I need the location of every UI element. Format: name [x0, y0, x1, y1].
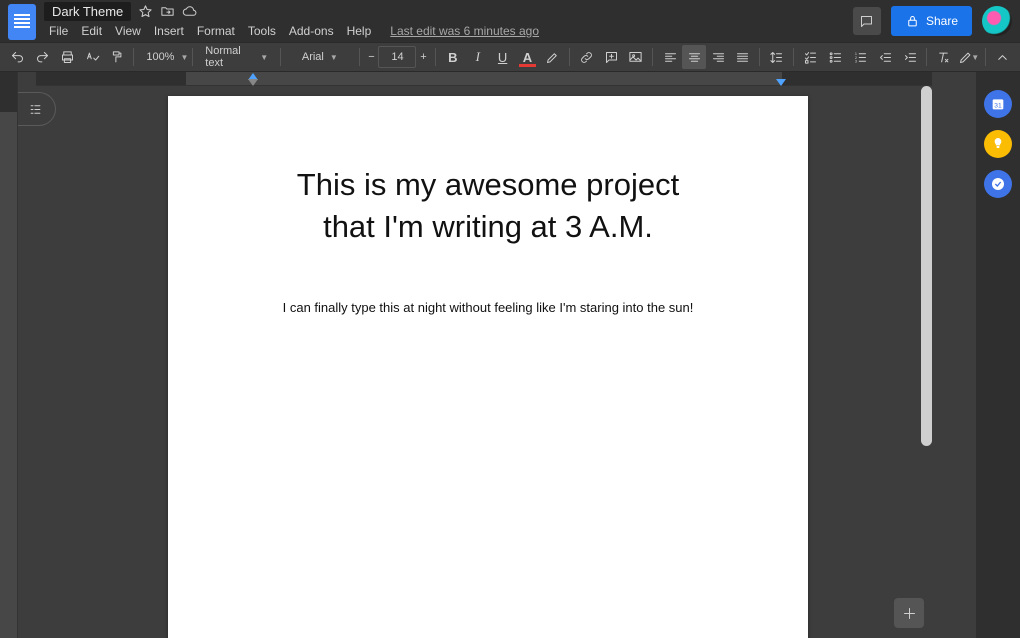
- print-button[interactable]: [56, 45, 79, 69]
- keep-icon[interactable]: [984, 130, 1012, 158]
- separator: [652, 48, 653, 66]
- horizontal-ruler[interactable]: [36, 72, 932, 86]
- indent-marker-left-bottom-icon[interactable]: [248, 79, 258, 86]
- workspace: This is my awesome project that I'm writ…: [0, 72, 1020, 638]
- tasks-icon[interactable]: [984, 170, 1012, 198]
- show-outline-button[interactable]: [18, 92, 56, 126]
- indent-marker-right-icon[interactable]: [776, 79, 786, 86]
- numbered-list-button[interactable]: 123: [849, 45, 872, 69]
- menu-bar: File Edit View Insert Format Tools Add-o…: [44, 21, 544, 41]
- vertical-ruler[interactable]: [0, 72, 18, 638]
- separator: [359, 48, 360, 66]
- menu-format[interactable]: Format: [192, 22, 240, 40]
- align-center-button[interactable]: [682, 45, 706, 69]
- separator: [133, 48, 134, 66]
- separator: [759, 48, 760, 66]
- undo-button[interactable]: [6, 45, 29, 69]
- cloud-done-icon[interactable]: [181, 3, 197, 19]
- font-size-decrease[interactable]: −: [364, 51, 378, 63]
- folder-move-icon[interactable]: [159, 3, 175, 19]
- account-avatar[interactable]: [982, 6, 1012, 36]
- vertical-scrollbar[interactable]: [921, 86, 932, 630]
- last-edit-link[interactable]: Last edit was 6 minutes ago: [385, 22, 544, 40]
- calendar-icon[interactable]: 31: [984, 90, 1012, 118]
- menu-edit[interactable]: Edit: [76, 22, 107, 40]
- open-comments-button[interactable]: [853, 7, 881, 35]
- toolbar: 100%▼ Normal text▼ Arial▼ − 14 + B I U A…: [0, 42, 1020, 72]
- hruler-margin-left: [36, 72, 186, 85]
- separator: [985, 48, 986, 66]
- separator: [435, 48, 436, 66]
- document-page[interactable]: This is my awesome project that I'm writ…: [168, 96, 808, 638]
- menu-insert[interactable]: Insert: [149, 22, 189, 40]
- line-spacing-button[interactable]: [765, 45, 788, 69]
- svg-text:3: 3: [855, 59, 857, 63]
- bulleted-list-button[interactable]: [824, 45, 847, 69]
- italic-button[interactable]: I: [466, 45, 489, 69]
- font-size-increase[interactable]: +: [416, 51, 430, 63]
- menu-tools[interactable]: Tools: [243, 22, 281, 40]
- spellcheck-button[interactable]: [81, 45, 104, 69]
- document-canvas[interactable]: This is my awesome project that I'm writ…: [18, 72, 976, 638]
- share-button[interactable]: Share: [891, 6, 972, 36]
- menu-addons[interactable]: Add-ons: [284, 22, 339, 40]
- page-content[interactable]: This is my awesome project that I'm writ…: [168, 96, 808, 355]
- redo-button[interactable]: [31, 45, 54, 69]
- highlight-color-button[interactable]: [541, 45, 564, 69]
- title-row: Dark Theme: [44, 2, 544, 20]
- font-size-group: − 14 +: [364, 46, 430, 68]
- separator: [280, 48, 281, 66]
- svg-text:31: 31: [994, 102, 1002, 109]
- separator: [926, 48, 927, 66]
- scroll-thumb[interactable]: [921, 86, 932, 446]
- align-left-button[interactable]: [658, 45, 682, 69]
- decrease-indent-button[interactable]: [874, 45, 897, 69]
- add-comment-button[interactable]: [600, 45, 623, 69]
- title-column: Dark Theme File Edit View Insert Format …: [44, 2, 544, 41]
- vruler-margin: [0, 72, 17, 112]
- hide-menus-button[interactable]: [991, 45, 1014, 69]
- insert-image-button[interactable]: [625, 45, 648, 69]
- checklist-button[interactable]: [799, 45, 822, 69]
- side-panel: 31: [976, 72, 1020, 638]
- bold-button[interactable]: B: [441, 45, 464, 69]
- menu-file[interactable]: File: [44, 22, 73, 40]
- doc-body-paragraph[interactable]: I can finally type this at night without…: [240, 300, 736, 315]
- paint-format-button[interactable]: [106, 45, 129, 69]
- explore-button[interactable]: [894, 598, 924, 628]
- increase-indent-button[interactable]: [899, 45, 922, 69]
- zoom-select[interactable]: 100%▼: [139, 46, 187, 68]
- separator: [569, 48, 570, 66]
- text-color-button[interactable]: A: [516, 45, 539, 69]
- doc-heading[interactable]: This is my awesome project that I'm writ…: [240, 164, 736, 248]
- separator: [192, 48, 193, 66]
- star-outline-icon[interactable]: [137, 3, 153, 19]
- hruler-margin-right: [782, 72, 932, 85]
- font-size-input[interactable]: 14: [378, 46, 416, 68]
- clear-formatting-button[interactable]: [932, 45, 955, 69]
- share-button-label: Share: [926, 14, 958, 28]
- header-right: Share: [853, 6, 1012, 36]
- separator: [793, 48, 794, 66]
- menu-help[interactable]: Help: [342, 22, 377, 40]
- align-right-button[interactable]: [706, 45, 730, 69]
- insert-link-button[interactable]: [575, 45, 598, 69]
- paragraph-style-select[interactable]: Normal text▼: [198, 46, 275, 68]
- doc-heading-line1: This is my awesome project: [297, 167, 679, 202]
- font-family-select[interactable]: Arial▼: [286, 46, 353, 68]
- app-header: Dark Theme File Edit View Insert Format …: [0, 0, 1020, 42]
- document-title[interactable]: Dark Theme: [44, 2, 131, 21]
- doc-heading-line2: that I'm writing at 3 A.M.: [323, 209, 653, 244]
- menu-view[interactable]: View: [110, 22, 146, 40]
- editing-mode-button[interactable]: ▼: [957, 45, 980, 69]
- underline-button[interactable]: U: [491, 45, 514, 69]
- docs-logo-icon[interactable]: [8, 4, 36, 40]
- align-justify-button[interactable]: [730, 45, 754, 69]
